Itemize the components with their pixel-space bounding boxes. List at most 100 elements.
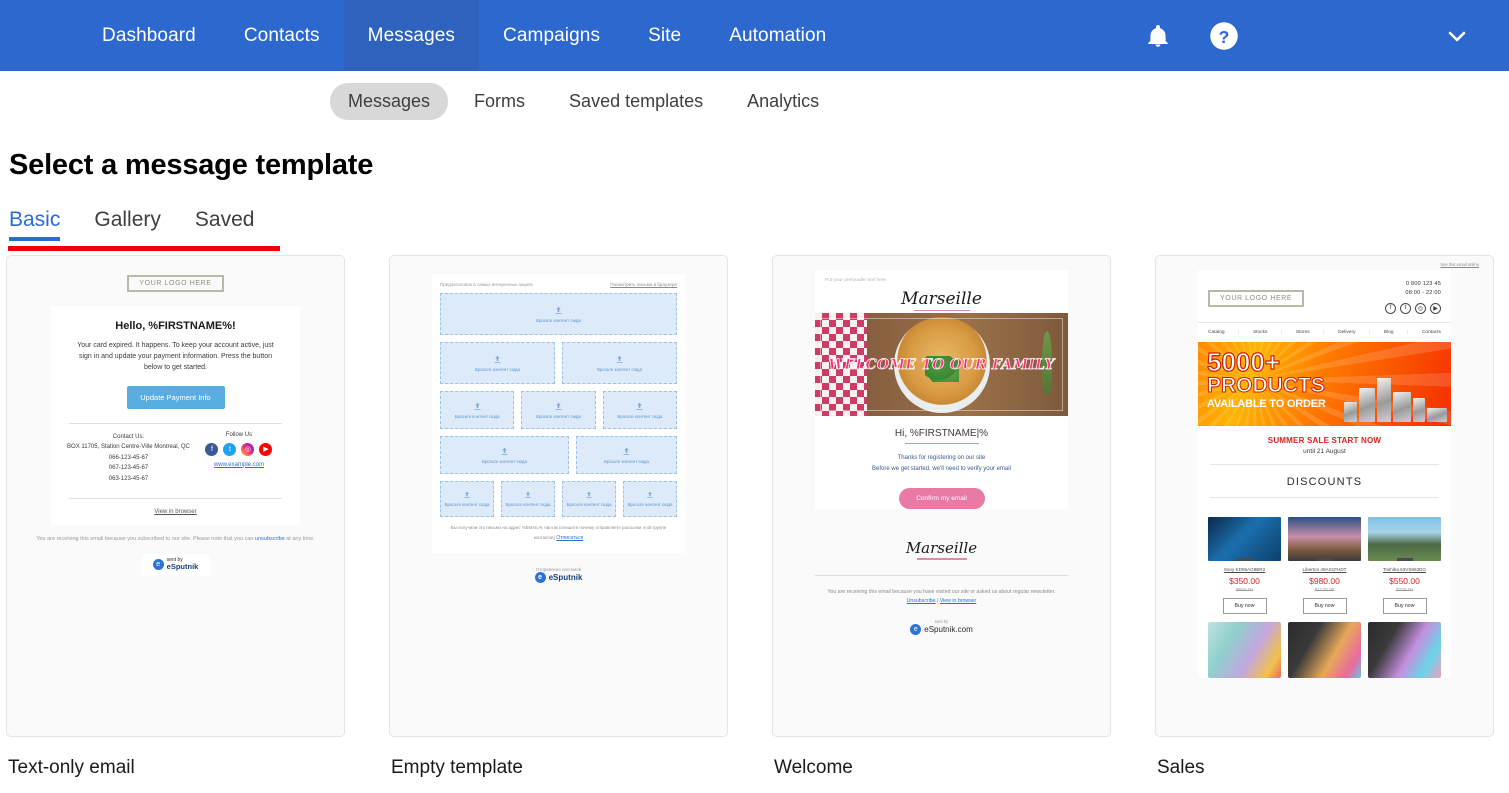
website-link[interactable]: www.example.com — [192, 462, 286, 468]
drop-zone-label: Бросьте контент сюда — [536, 413, 581, 419]
drop-zone-label: Бросьте контент сюда — [482, 458, 527, 464]
unsubscribe-link[interactable]: Отписаться — [556, 534, 583, 543]
drop-zone-label: Бросьте контент сюда — [627, 502, 673, 507]
product-image-phone[interactable] — [1288, 621, 1361, 678]
confirm-email-button[interactable]: Confirm my email — [898, 487, 985, 509]
nav-item-contacts[interactable]: Contacts — [220, 0, 344, 71]
nav-item-dashboard[interactable]: Dashboard — [78, 0, 220, 71]
facebook-icon[interactable]: f — [205, 442, 219, 456]
template-preview-text-only-email[interactable]: YOUR LOGO HERE Hello, %FIRSTNAME%! Your … — [6, 255, 345, 737]
drop-zone[interactable]: Бросьте контент сюда — [623, 481, 677, 517]
view-in-browser-link[interactable]: View in browser — [65, 509, 286, 515]
template-name-welcome: Welcome — [774, 757, 853, 778]
email-nav-links: Catalog | Stocks | Stores | Delivery | B… — [1198, 321, 1451, 342]
category-tabs: Basic Gallery Saved — [0, 208, 1509, 251]
view-in-browser-link[interactable]: Посмотреть письмо в браузере — [610, 282, 677, 287]
category-tab-gallery[interactable]: Gallery — [94, 208, 161, 241]
sub-navigation-tabs: Messages Forms Saved templates Analytics — [0, 71, 1509, 131]
contact-phone-3: 063-123-45-67 — [108, 475, 149, 482]
product-image — [1368, 516, 1441, 561]
brand-logo-marseille: Marseille — [815, 283, 1068, 313]
youtube-icon[interactable]: ▶ — [259, 442, 273, 456]
twitter-icon[interactable]: t — [223, 442, 237, 456]
email-footer-text: Вы получили это письмо на адрес %EMAIL% … — [440, 524, 677, 543]
update-payment-info-button[interactable]: Update Payment Info — [126, 385, 225, 409]
red-annotation-underline — [8, 246, 280, 251]
tab-saved-templates[interactable]: Saved templates — [551, 83, 721, 120]
drop-zone[interactable]: Бросьте контент сюда — [501, 481, 555, 517]
product-item[interactable]: Toshiba 53VS863DG $550.00 $700.00 Buy no… — [1368, 516, 1441, 614]
sale-subtitle: until 21 August — [1303, 447, 1346, 455]
drop-zone-label: Бросьте контент сюда — [566, 502, 612, 507]
youtube-icon[interactable]: ▶ — [1430, 302, 1441, 314]
drop-zone[interactable]: Бросьте контент сюда — [440, 342, 555, 384]
drop-zone[interactable]: Бросьте контент сюда — [562, 342, 677, 384]
view-in-browser-link[interactable]: View in browser — [940, 598, 977, 604]
unsubscribe-link[interactable]: Unsubscribe — [907, 598, 936, 604]
nav-link-stocks[interactable]: Stocks — [1253, 330, 1267, 335]
drop-zone[interactable]: Бросьте контент сюда — [521, 391, 596, 429]
see-email-online-link[interactable]: See this email online — [1156, 256, 1493, 270]
nav-link-delivery[interactable]: Delivery — [1338, 330, 1355, 335]
drop-zone[interactable]: Бросьте контент сюда — [440, 481, 494, 517]
facebook-icon[interactable]: f — [1385, 302, 1396, 314]
product-name[interactable]: Liberton 49AS1FHDT — [1288, 567, 1361, 572]
instagram-icon[interactable]: ◎ — [241, 442, 255, 456]
nav-link-stores[interactable]: Stores — [1296, 330, 1310, 335]
product-name[interactable]: Sony KD55AG8BR2 — [1208, 567, 1281, 572]
esputnik-badge: sent by e eSputnik.com — [773, 619, 1110, 636]
product-item[interactable]: Sony KD55AG8BR2 $350.00 $560.00 Buy now — [1208, 516, 1281, 614]
twitter-icon[interactable]: t — [1400, 302, 1411, 314]
product-image-phone[interactable] — [1368, 621, 1441, 678]
product-image-phone[interactable] — [1208, 621, 1281, 678]
drop-zone[interactable]: Бросьте контент сюда — [575, 436, 677, 474]
nav-item-campaigns[interactable]: Campaigns — [479, 0, 624, 71]
tab-analytics[interactable]: Analytics — [729, 83, 837, 120]
instagram-icon[interactable]: ◎ — [1415, 302, 1426, 314]
tab-messages[interactable]: Messages — [330, 82, 449, 120]
drop-zone-row-3: Бросьте контент сюда Бросьте контент сюд… — [440, 391, 677, 429]
product-name[interactable]: Toshiba 53VS863DG — [1368, 567, 1441, 572]
esputnik-brand: eSputnik — [166, 562, 199, 572]
help-icon[interactable]: ? — [1209, 21, 1239, 51]
sub-line-1: Thanks for registering on our site — [897, 455, 986, 461]
drop-zone[interactable]: Бросьте контент сюда — [440, 391, 515, 429]
divider-2 — [69, 498, 282, 500]
svg-text:?: ? — [1219, 26, 1230, 46]
top-nav-items: Dashboard Contacts Messages Campaigns Si… — [78, 0, 850, 71]
nav-separator: | — [1323, 329, 1325, 335]
buy-now-button[interactable]: Buy now — [1382, 597, 1427, 614]
template-name-empty-template: Empty template — [391, 757, 523, 778]
email-header: YOUR LOGO HERE 0 800 123 45 08:00 - 22:0… — [1198, 270, 1451, 322]
unsubscribe-link[interactable]: unsubscribe — [255, 536, 285, 542]
product-item[interactable]: Liberton 49AS1FHDT $980.00 $1120.00 Buy … — [1288, 516, 1361, 614]
social-icons-row: f t ◎ ▶ — [192, 442, 286, 456]
nav-link-blog[interactable]: Blog — [1384, 330, 1394, 335]
chevron-down-icon[interactable] — [1445, 24, 1469, 48]
buy-now-button[interactable]: Buy now — [1302, 597, 1347, 614]
drop-zone[interactable]: Бросьте контент сюда — [562, 481, 616, 517]
page-title: Select a message template — [9, 149, 374, 181]
buy-now-button[interactable]: Buy now — [1222, 597, 1267, 614]
drop-zone-row-2: Бросьте контент сюда Бросьте контент сюд… — [440, 342, 677, 384]
template-preview-empty-template[interactable]: Предзаголовок в самых интересных акциях … — [389, 255, 728, 737]
divider-2 — [1210, 496, 1439, 498]
nav-item-messages[interactable]: Messages — [343, 0, 480, 71]
bell-icon[interactable] — [1145, 23, 1171, 49]
drop-zone[interactable]: Бросьте контент сюда — [440, 436, 569, 474]
brand-logo-footer: Marseille — [773, 523, 1110, 561]
drop-zone-label: Бросьте контент сюда — [604, 458, 649, 464]
category-tab-basic[interactable]: Basic — [9, 208, 61, 241]
drop-zone[interactable]: Бросьте контент сюда — [602, 391, 677, 429]
nav-link-contacts[interactable]: Contacts — [1422, 330, 1441, 335]
category-tab-saved[interactable]: Saved — [195, 208, 255, 241]
nav-link-catalog[interactable]: Catalog — [1208, 330, 1225, 335]
template-preview-sales[interactable]: See this email online YOUR LOGO HERE 0 8… — [1155, 255, 1494, 737]
contact-details: Contact Us: BOX 11705, Station Centre-Vi… — [65, 432, 192, 485]
template-card-empty-template: Предзаголовок в самых интересных акциях … — [389, 255, 728, 779]
tab-forms[interactable]: Forms — [456, 83, 543, 120]
drop-zone[interactable]: Бросьте контент сюда — [440, 293, 677, 335]
nav-item-automation[interactable]: Automation — [705, 0, 850, 71]
nav-item-site[interactable]: Site — [624, 0, 705, 71]
template-preview-welcome[interactable]: Put your preheader text here Marseille W… — [772, 255, 1111, 737]
